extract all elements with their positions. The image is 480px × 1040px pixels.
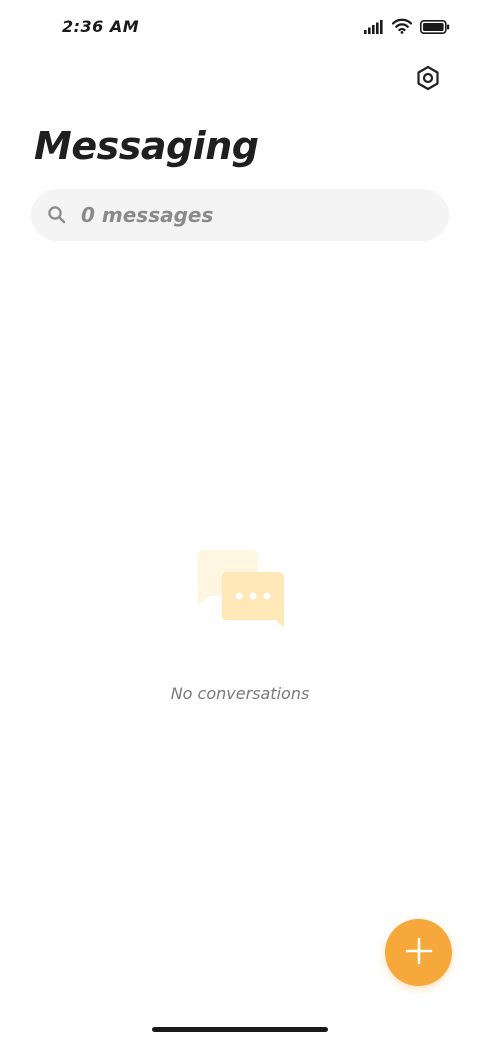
plus-icon (405, 937, 433, 969)
new-conversation-button[interactable] (385, 919, 452, 986)
search-bar[interactable] (31, 189, 449, 241)
status-bar: 2:36 AM (0, 0, 480, 56)
battery-icon (420, 19, 450, 38)
status-icons (364, 18, 450, 38)
settings-button[interactable] (410, 62, 446, 98)
search-icon (47, 205, 67, 225)
signal-icon (364, 19, 384, 38)
chat-bubbles-icon (196, 548, 286, 630)
status-time: 2:36 AM (62, 17, 140, 36)
wifi-icon (391, 18, 413, 38)
page-title: Messaging (34, 124, 259, 168)
settings-icon (415, 65, 441, 95)
empty-state-text: No conversations (170, 684, 310, 703)
search-input[interactable] (81, 195, 411, 235)
home-indicator[interactable] (152, 1027, 328, 1032)
